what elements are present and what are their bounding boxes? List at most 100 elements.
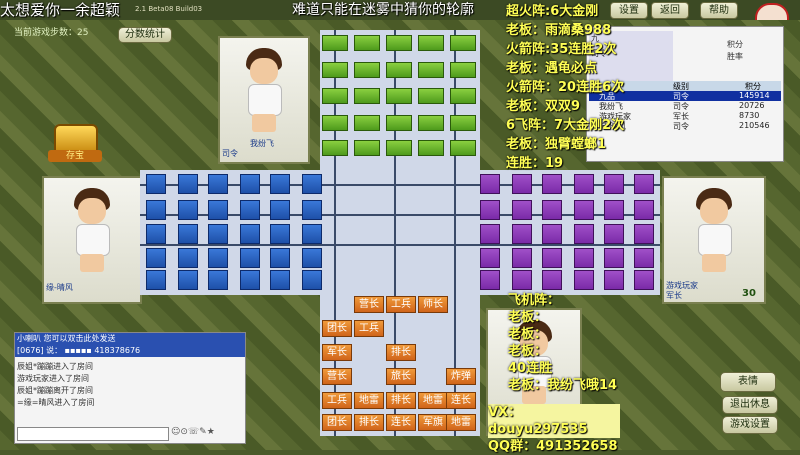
south-piece[interactable]: 营长 <box>322 368 352 385</box>
south-piece[interactable]: 团长 <box>322 414 352 431</box>
west-piece[interactable] <box>146 248 166 268</box>
east-piece[interactable] <box>542 200 562 220</box>
east-piece[interactable] <box>634 248 654 268</box>
north-piece[interactable] <box>386 140 412 156</box>
south-piece[interactable]: 工兵 <box>354 320 384 337</box>
west-piece[interactable] <box>178 174 198 194</box>
north-piece[interactable] <box>322 35 348 51</box>
west-piece[interactable] <box>146 224 166 244</box>
west-piece[interactable] <box>146 270 166 290</box>
north-piece[interactable] <box>450 140 476 156</box>
east-piece[interactable] <box>634 174 654 194</box>
east-piece[interactable] <box>604 200 624 220</box>
east-piece[interactable] <box>542 174 562 194</box>
east-piece[interactable] <box>480 200 500 220</box>
east-piece[interactable] <box>604 224 624 244</box>
north-piece[interactable] <box>322 115 348 131</box>
north-piece[interactable] <box>354 115 380 131</box>
east-piece[interactable] <box>480 224 500 244</box>
south-piece[interactable]: 地雷 <box>418 392 448 409</box>
south-piece[interactable]: 连长 <box>386 414 416 431</box>
south-piece[interactable]: 地雷 <box>354 392 384 409</box>
east-piece[interactable] <box>512 200 532 220</box>
west-piece[interactable] <box>302 224 322 244</box>
north-piece[interactable] <box>450 115 476 131</box>
south-piece[interactable]: 军长 <box>322 344 352 361</box>
north-piece[interactable] <box>386 88 412 104</box>
west-piece[interactable] <box>240 200 260 220</box>
east-piece[interactable] <box>604 174 624 194</box>
chat-emote-icons[interactable]: ☺⊙☏✎★ <box>171 427 215 437</box>
west-piece[interactable] <box>208 200 228 220</box>
east-piece[interactable] <box>634 200 654 220</box>
north-piece[interactable] <box>386 62 412 78</box>
west-piece[interactable] <box>178 270 198 290</box>
north-piece[interactable] <box>450 62 476 78</box>
north-piece[interactable] <box>418 35 444 51</box>
waiting-button[interactable]: 退出休息 <box>722 396 778 414</box>
north-piece[interactable] <box>418 140 444 156</box>
west-piece[interactable] <box>270 270 290 290</box>
south-piece[interactable]: 排长 <box>386 392 416 409</box>
west-piece[interactable] <box>240 174 260 194</box>
north-piece[interactable] <box>354 88 380 104</box>
east-piece[interactable] <box>480 248 500 268</box>
south-piece[interactable]: 工兵 <box>322 392 352 409</box>
west-piece[interactable] <box>270 200 290 220</box>
east-piece[interactable] <box>512 224 532 244</box>
east-piece[interactable] <box>634 270 654 290</box>
north-piece[interactable] <box>386 115 412 131</box>
south-piece[interactable]: 排长 <box>354 414 384 431</box>
south-piece[interactable]: 师长 <box>418 296 448 313</box>
north-piece[interactable] <box>450 35 476 51</box>
east-piece[interactable] <box>512 174 532 194</box>
east-piece[interactable] <box>604 248 624 268</box>
north-piece[interactable] <box>386 35 412 51</box>
west-piece[interactable] <box>240 248 260 268</box>
west-piece[interactable] <box>270 248 290 268</box>
west-piece[interactable] <box>208 224 228 244</box>
west-piece[interactable] <box>178 224 198 244</box>
east-piece[interactable] <box>480 270 500 290</box>
south-piece[interactable]: 连长 <box>446 392 476 409</box>
east-piece[interactable] <box>574 200 594 220</box>
east-piece[interactable] <box>604 270 624 290</box>
south-piece[interactable]: 军旗 <box>418 414 448 431</box>
south-piece[interactable]: 工兵 <box>386 296 416 313</box>
east-piece[interactable] <box>512 270 532 290</box>
north-piece[interactable] <box>418 88 444 104</box>
west-piece[interactable] <box>178 200 198 220</box>
north-piece[interactable] <box>418 62 444 78</box>
west-piece[interactable] <box>302 248 322 268</box>
west-piece[interactable] <box>208 174 228 194</box>
south-piece[interactable]: 炸弹 <box>446 368 476 385</box>
south-piece[interactable]: 地雷 <box>446 414 476 431</box>
east-piece[interactable] <box>542 270 562 290</box>
east-piece[interactable] <box>542 248 562 268</box>
east-piece[interactable] <box>574 248 594 268</box>
emote-button[interactable]: 表情 <box>720 372 776 392</box>
east-piece[interactable] <box>542 224 562 244</box>
east-piece[interactable] <box>634 224 654 244</box>
north-piece[interactable] <box>354 35 380 51</box>
west-piece[interactable] <box>178 248 198 268</box>
south-piece[interactable]: 营长 <box>354 296 384 313</box>
west-piece[interactable] <box>146 200 166 220</box>
west-piece[interactable] <box>270 174 290 194</box>
west-piece[interactable] <box>270 224 290 244</box>
south-piece[interactable]: 旅长 <box>386 368 416 385</box>
south-piece[interactable]: 团长 <box>322 320 352 337</box>
west-piece[interactable] <box>146 174 166 194</box>
west-piece[interactable] <box>302 174 322 194</box>
game-settings-button[interactable]: 游戏设置 <box>722 416 778 434</box>
east-piece[interactable] <box>574 270 594 290</box>
east-piece[interactable] <box>574 224 594 244</box>
west-piece[interactable] <box>240 224 260 244</box>
north-piece[interactable] <box>450 88 476 104</box>
east-piece[interactable] <box>480 174 500 194</box>
north-piece[interactable] <box>322 62 348 78</box>
west-piece[interactable] <box>208 248 228 268</box>
east-piece[interactable] <box>512 248 532 268</box>
west-piece[interactable] <box>302 270 322 290</box>
west-piece[interactable] <box>240 270 260 290</box>
